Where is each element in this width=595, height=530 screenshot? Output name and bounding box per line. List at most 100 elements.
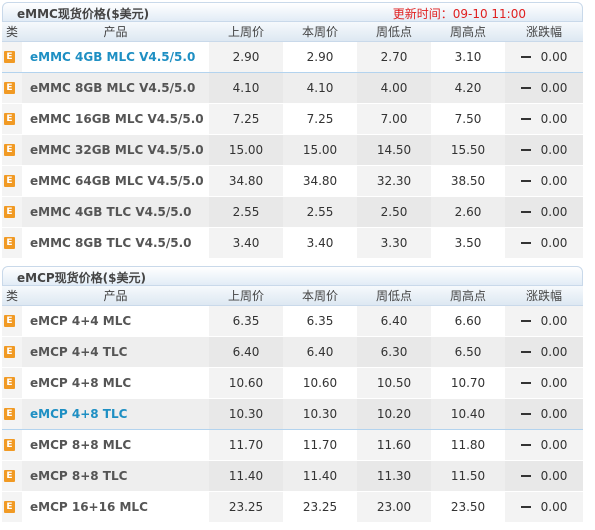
- product-name[interactable]: eMMC 64GB MLC V4.5/5.0: [22, 165, 209, 197]
- dash-flat-icon: [520, 319, 531, 322]
- change-value: 0.00: [540, 204, 568, 219]
- table-row[interactable]: EeMCP 8+8 TLC 11.40 11.40 11.30 11.50 0.00: [2, 460, 583, 492]
- week-low-price: 6.30: [357, 336, 431, 368]
- week-low-price: 11.60: [357, 429, 431, 461]
- table-header-row: 类 产品 上周价 本周价 周低点 周高点 涨跌幅: [2, 22, 583, 42]
- emcp-panel-title: eMCP现货价格($美元): [17, 271, 147, 285]
- type-cell: E: [2, 103, 22, 135]
- product-name[interactable]: eMMC 4GB MLC V4.5/5.0: [22, 40, 209, 73]
- product-name[interactable]: eMCP 8+8 TLC: [22, 460, 209, 492]
- dash-flat-icon: [520, 55, 531, 58]
- col-change: 涨跌幅: [505, 286, 583, 306]
- week-high-price: 6.60: [431, 305, 505, 337]
- change-value: 0.00: [540, 406, 568, 421]
- col-product: 产品: [22, 22, 209, 42]
- col-change: 涨跌幅: [505, 22, 583, 42]
- product-name[interactable]: eMMC 4GB TLC V4.5/5.0: [22, 196, 209, 228]
- this-week-price: 23.25: [283, 491, 357, 523]
- dash-flat-icon: [520, 210, 531, 213]
- e-type-icon: E: [4, 408, 15, 420]
- table-row[interactable]: EeMCP 16+16 MLC 23.25 23.25 23.00 23.50 0.00: [2, 491, 583, 523]
- e-type-icon: E: [4, 237, 15, 249]
- dash-flat-icon: [520, 505, 531, 508]
- this-week-price: 34.80: [283, 165, 357, 197]
- type-cell: E: [2, 305, 22, 337]
- this-week-price: 10.60: [283, 367, 357, 399]
- type-cell: E: [2, 196, 22, 228]
- e-type-icon: E: [4, 470, 15, 482]
- week-low-price: 6.40: [357, 305, 431, 337]
- last-week-price: 6.35: [209, 305, 283, 337]
- dash-flat-icon: [520, 443, 531, 446]
- table-row[interactable]: EeMMC 32GB MLC V4.5/5.0 15.00 15.00 14.50 15…: [2, 134, 583, 166]
- week-low-price: 11.30: [357, 460, 431, 492]
- product-name[interactable]: eMMC 8GB TLC V4.5/5.0: [22, 227, 209, 259]
- table-row[interactable]: EeMMC 64GB MLC V4.5/5.0 34.80 34.80 32.30 38…: [2, 165, 583, 197]
- table-row[interactable]: EeMMC 4GB MLC V4.5/5.0 2.90 2.90 2.70 3.10 0.…: [2, 40, 583, 73]
- week-low-price: 10.50: [357, 367, 431, 399]
- last-week-price: 10.30: [209, 397, 283, 430]
- col-week-low: 周低点: [357, 22, 431, 42]
- e-type-icon: E: [4, 315, 15, 327]
- type-cell: E: [2, 429, 22, 461]
- week-high-price: 4.20: [431, 72, 505, 104]
- col-type: 类: [2, 22, 22, 42]
- product-name[interactable]: eMCP 4+8 TLC: [22, 397, 209, 430]
- col-last-week: 上周价: [209, 22, 283, 42]
- emmc-price-table: 类 产品 上周价 本周价 周低点 周高点 涨跌幅 EeMMC 4GB MLC V…: [2, 22, 583, 259]
- change-cell: 0.00: [505, 40, 583, 73]
- this-week-price: 3.40: [283, 227, 357, 259]
- week-low-price: 32.30: [357, 165, 431, 197]
- week-high-price: 11.50: [431, 460, 505, 492]
- col-week-high: 周高点: [431, 22, 505, 42]
- e-type-icon: E: [4, 346, 15, 358]
- week-high-price: 11.80: [431, 429, 505, 461]
- type-cell: E: [2, 397, 22, 430]
- product-name[interactable]: eMMC 8GB MLC V4.5/5.0: [22, 72, 209, 104]
- this-week-price: 2.90: [283, 40, 357, 73]
- last-week-price: 23.25: [209, 491, 283, 523]
- last-week-price: 2.55: [209, 196, 283, 228]
- table-row[interactable]: EeMMC 16GB MLC V4.5/5.0 7.25 7.25 7.00 7.50 0…: [2, 103, 583, 135]
- col-this-week: 本周价: [283, 286, 357, 306]
- change-value: 0.00: [540, 375, 568, 390]
- type-cell: E: [2, 40, 22, 73]
- this-week-price: 11.40: [283, 460, 357, 492]
- dash-flat-icon: [520, 381, 531, 384]
- table-row[interactable]: EeMCP 4+4 TLC 6.40 6.40 6.30 6.50 0.00: [2, 336, 583, 368]
- table-row[interactable]: EeMCP 4+8 TLC 10.30 10.30 10.20 10.40 0.00: [2, 397, 583, 430]
- product-name[interactable]: eMCP 8+8 MLC: [22, 429, 209, 461]
- this-week-price: 2.55: [283, 196, 357, 228]
- table-row[interactable]: EeMCP 4+8 MLC 10.60 10.60 10.50 10.70 0.00: [2, 367, 583, 399]
- week-low-price: 14.50: [357, 134, 431, 166]
- change-cell: 0.00: [505, 336, 583, 368]
- type-cell: E: [2, 491, 22, 523]
- table-row[interactable]: EeMMC 8GB MLC V4.5/5.0 4.10 4.10 4.00 4.20 0.…: [2, 72, 583, 104]
- change-value: 0.00: [540, 173, 568, 188]
- type-cell: E: [2, 367, 22, 399]
- week-low-price: 7.00: [357, 103, 431, 135]
- last-week-price: 11.70: [209, 429, 283, 461]
- product-name[interactable]: eMMC 16GB MLC V4.5/5.0: [22, 103, 209, 135]
- table-row[interactable]: EeMMC 4GB TLC V4.5/5.0 2.55 2.55 2.50 2.60 0.…: [2, 196, 583, 228]
- week-high-price: 3.50: [431, 227, 505, 259]
- product-name[interactable]: eMCP 4+4 TLC: [22, 336, 209, 368]
- product-name[interactable]: eMCP 4+8 MLC: [22, 367, 209, 399]
- last-week-price: 15.00: [209, 134, 283, 166]
- change-value: 0.00: [540, 344, 568, 359]
- product-name[interactable]: eMCP 4+4 MLC: [22, 305, 209, 337]
- update-time: 更新时间：09-10 11:00: [392, 7, 526, 21]
- product-name[interactable]: eMMC 32GB MLC V4.5/5.0: [22, 134, 209, 166]
- table-row[interactable]: EeMCP 4+4 MLC 6.35 6.35 6.40 6.60 0.00: [2, 305, 583, 337]
- type-cell: E: [2, 165, 22, 197]
- week-high-price: 6.50: [431, 336, 505, 368]
- table-row[interactable]: EeMCP 8+8 MLC 11.70 11.70 11.60 11.80 0.00: [2, 429, 583, 461]
- e-type-icon: E: [4, 51, 15, 63]
- dash-flat-icon: [520, 117, 531, 120]
- change-value: 0.00: [540, 111, 568, 126]
- table-row[interactable]: EeMMC 8GB TLC V4.5/5.0 3.40 3.40 3.30 3.50 0.…: [2, 227, 583, 259]
- product-name[interactable]: eMCP 16+16 MLC: [22, 491, 209, 523]
- last-week-price: 6.40: [209, 336, 283, 368]
- e-type-icon: E: [4, 113, 15, 125]
- change-cell: 0.00: [505, 491, 583, 523]
